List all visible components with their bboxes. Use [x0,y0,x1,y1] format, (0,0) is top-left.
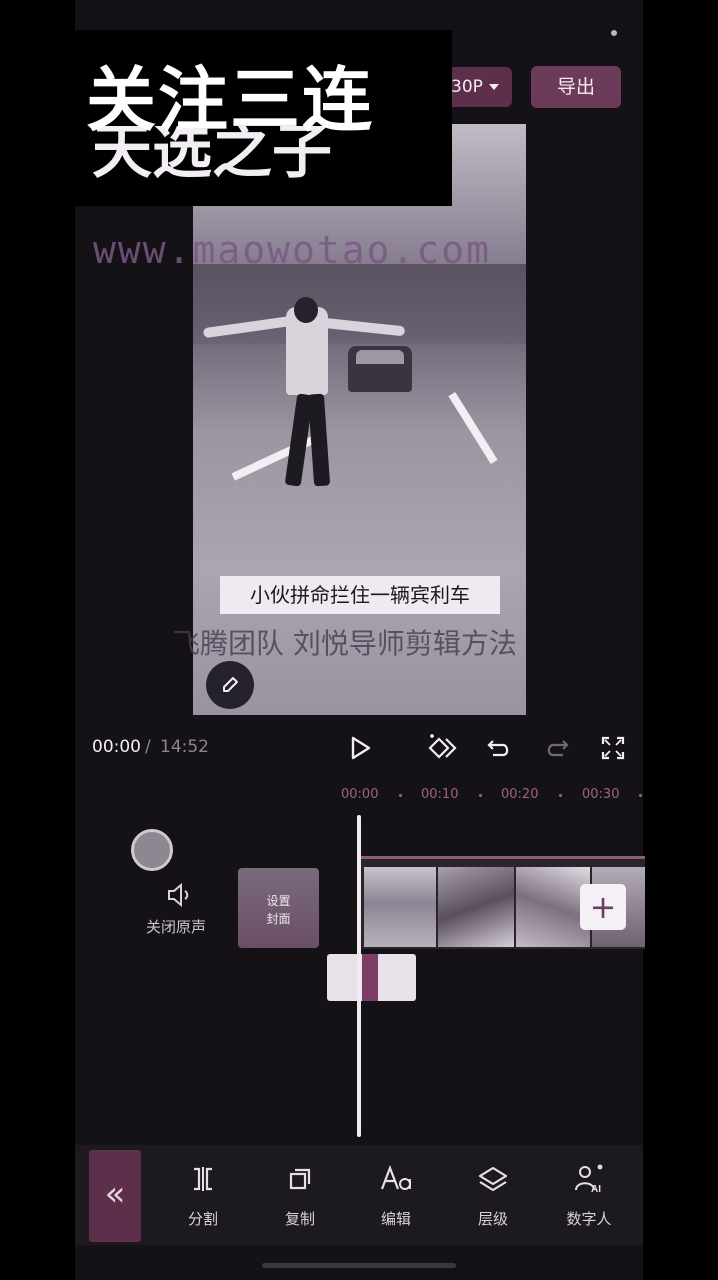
redo-icon [547,740,569,757]
keyframe-button[interactable] [425,731,459,765]
mute-original-audio-label[interactable]: 关闭原声 [146,916,206,937]
play-button[interactable] [343,731,377,765]
person-head [294,297,318,323]
car-figure [348,346,412,392]
edit-pencil-button[interactable] [206,661,254,709]
set-cover-button[interactable]: 设置 封面 [238,868,319,948]
undo-icon [487,740,509,757]
tool-copy[interactable]: 复制 [265,1160,335,1230]
audio-clip-marker [362,954,378,1001]
playhead[interactable] [357,815,361,1137]
export-button[interactable]: 导出 [531,66,621,108]
keyframe-icon [428,734,457,759]
overlay-banner-text: 关注三连 [86,59,374,141]
record-circle-button[interactable] [131,829,173,871]
tool-digital-human-label: 数字人 [566,1210,612,1228]
svg-text:AI: AI [591,1184,601,1194]
digital-human-icon: AI [575,1164,603,1194]
fullscreen-button[interactable] [596,731,630,765]
tool-edit-label: 编辑 [380,1210,411,1228]
add-clip-button[interactable]: + [580,884,626,930]
resolution-dropdown[interactable]: 30P [445,67,512,107]
fullscreen-icon [601,736,625,760]
home-indicator[interactable] [262,1263,456,1268]
road-line [448,391,498,465]
tool-digital-human[interactable]: AI 数字人 [554,1160,624,1230]
ruler-dot [479,794,482,797]
status-dot [611,30,617,36]
total-time: 14:52 [160,737,209,757]
ruler-tick: 00:30 [582,787,620,802]
copy-icon [289,1168,311,1190]
watermark-team: 飞腾团队 刘悦导师剪辑方法 [172,627,517,660]
play-icon [351,736,371,760]
clip-frame [516,867,590,947]
split-icon [194,1167,212,1191]
clip-frame [438,867,514,947]
cover-label-line2: 封面 [266,912,291,926]
cover-label-line1: 设置 [266,894,291,908]
pencil-icon [223,677,238,692]
video-subtitle[interactable]: 小伙拼命拦住一辆宾利车 [220,576,500,614]
ruler-tick: 00:00 [341,787,379,802]
tool-layers[interactable]: 层级 [458,1160,528,1230]
tool-edit[interactable]: 编辑 [361,1160,431,1230]
undo-button[interactable] [482,731,516,765]
resolution-label: 30P [451,77,483,97]
ruler-dot [399,794,402,797]
watermark-url: www.maowotao.com [93,228,492,272]
current-time: 00:00 [92,737,141,757]
tool-split[interactable]: 分割 [168,1160,238,1230]
ruler-dot [639,794,642,797]
ruler-dot [559,794,562,797]
redo-button[interactable] [540,731,574,765]
text-edit-icon [380,1165,411,1190]
ruler-tick: 00:10 [421,787,459,802]
audio-clip[interactable] [327,954,416,1001]
speaker-icon[interactable] [164,882,194,908]
clip-frame [364,867,436,947]
tool-split-label: 分割 [187,1210,218,1228]
tool-layers-label: 层级 [477,1210,508,1228]
caret-down-icon [488,84,499,90]
ruler-tick: 00:20 [501,787,539,802]
collapse-toolbar-button[interactable]: « [89,1150,141,1242]
tool-copy-label: 复制 [284,1210,315,1228]
layers-icon [478,1166,508,1192]
time-separator: / [145,737,151,757]
person-leg-right [307,393,331,487]
